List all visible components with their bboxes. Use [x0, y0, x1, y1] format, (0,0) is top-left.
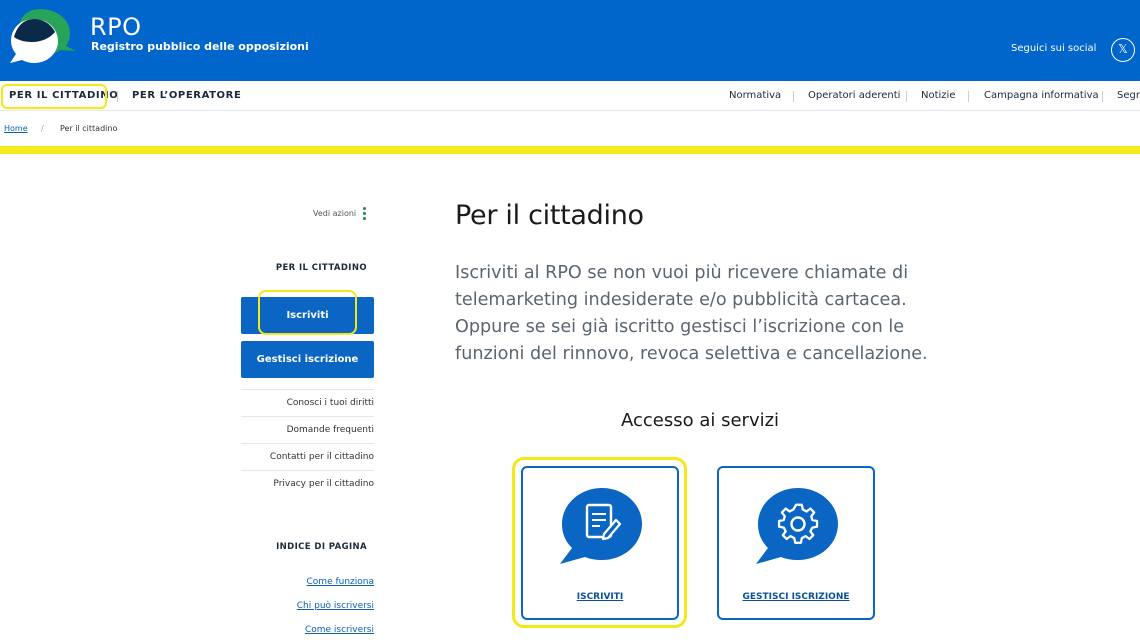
kebab-menu-icon[interactable]: [363, 207, 367, 221]
nav-tab-operatore[interactable]: PER L’OPERATORE: [132, 81, 241, 111]
service-card-iscriviti[interactable]: ISCRIVITI: [521, 466, 679, 620]
main-nav: PER IL CITTADINO PER L’OPERATORE Normati…: [0, 81, 1140, 111]
nav-divider: [968, 91, 969, 102]
sidebar-link-privacy[interactable]: Privacy per il cittadino: [241, 470, 374, 497]
nav-item-operatori-aderenti[interactable]: Operatori aderenti: [808, 81, 900, 111]
toc-link-come-iscriversi[interactable]: Come iscriversi: [305, 625, 374, 635]
toc-link-come-funziona[interactable]: Come funziona: [307, 577, 374, 587]
breadcrumb-home[interactable]: Home: [4, 124, 28, 133]
breadcrumb-current: Per il cittadino: [60, 124, 118, 133]
sidebar-section-title: PER IL CITTADINO: [275, 263, 367, 273]
sidebar-link-faq[interactable]: Domande frequenti: [241, 416, 374, 443]
x-social-icon[interactable]: 𝕏: [1111, 38, 1135, 62]
toc-link-chi-puo[interactable]: Chi può iscriversi: [297, 601, 374, 611]
nav-item-segnalazioni[interactable]: Segn: [1117, 81, 1140, 111]
brand-subtitle: Registro pubblico delle opposizioni: [91, 40, 309, 53]
nav-divider: [1102, 91, 1103, 102]
sidebar-link-diritti[interactable]: Conosci i tuoi diritti: [241, 389, 374, 416]
service-card-gestisci[interactable]: GESTISCI ISCRIZIONE: [717, 466, 875, 620]
sidebar-link-contatti[interactable]: Contatti per il cittadino: [241, 443, 374, 470]
highlight-nav-cittadino: [1, 84, 107, 109]
rpo-logo[interactable]: [10, 7, 76, 67]
brand-title[interactable]: RPO: [90, 13, 142, 41]
yellow-divider: [0, 146, 1140, 154]
site-header: RPO Registro pubblico delle opposizioni …: [0, 0, 1140, 81]
toc-title: INDICE DI PAGINA: [276, 542, 367, 552]
document-edit-icon: [560, 488, 642, 564]
highlight-iscriviti-button: [258, 290, 357, 335]
nav-divider: [793, 91, 794, 102]
nav-divider: [906, 91, 907, 102]
card-label-gestisci[interactable]: GESTISCI ISCRIZIONE: [719, 592, 873, 602]
gear-icon: [756, 488, 838, 564]
nav-item-campagna-informativa[interactable]: Campagna informativa: [984, 81, 1099, 111]
nav-divider: [117, 91, 118, 102]
nav-item-notizie[interactable]: Notizie: [921, 81, 955, 111]
vedi-azioni-label[interactable]: Vedi azioni: [313, 209, 356, 218]
page-intro: Iscriviti al RPO se non vuoi più ricever…: [455, 263, 928, 364]
social-label: Seguici sui social: [1011, 43, 1097, 54]
services-title: Accesso ai servizi: [621, 410, 780, 431]
card-label-iscriviti[interactable]: ISCRIVITI: [523, 592, 677, 602]
gestisci-iscrizione-button[interactable]: Gestisci iscrizione: [241, 341, 374, 378]
breadcrumb-separator: /: [41, 124, 44, 133]
nav-item-normativa[interactable]: Normativa: [729, 81, 781, 111]
page-title: Per il cittadino: [455, 200, 644, 231]
